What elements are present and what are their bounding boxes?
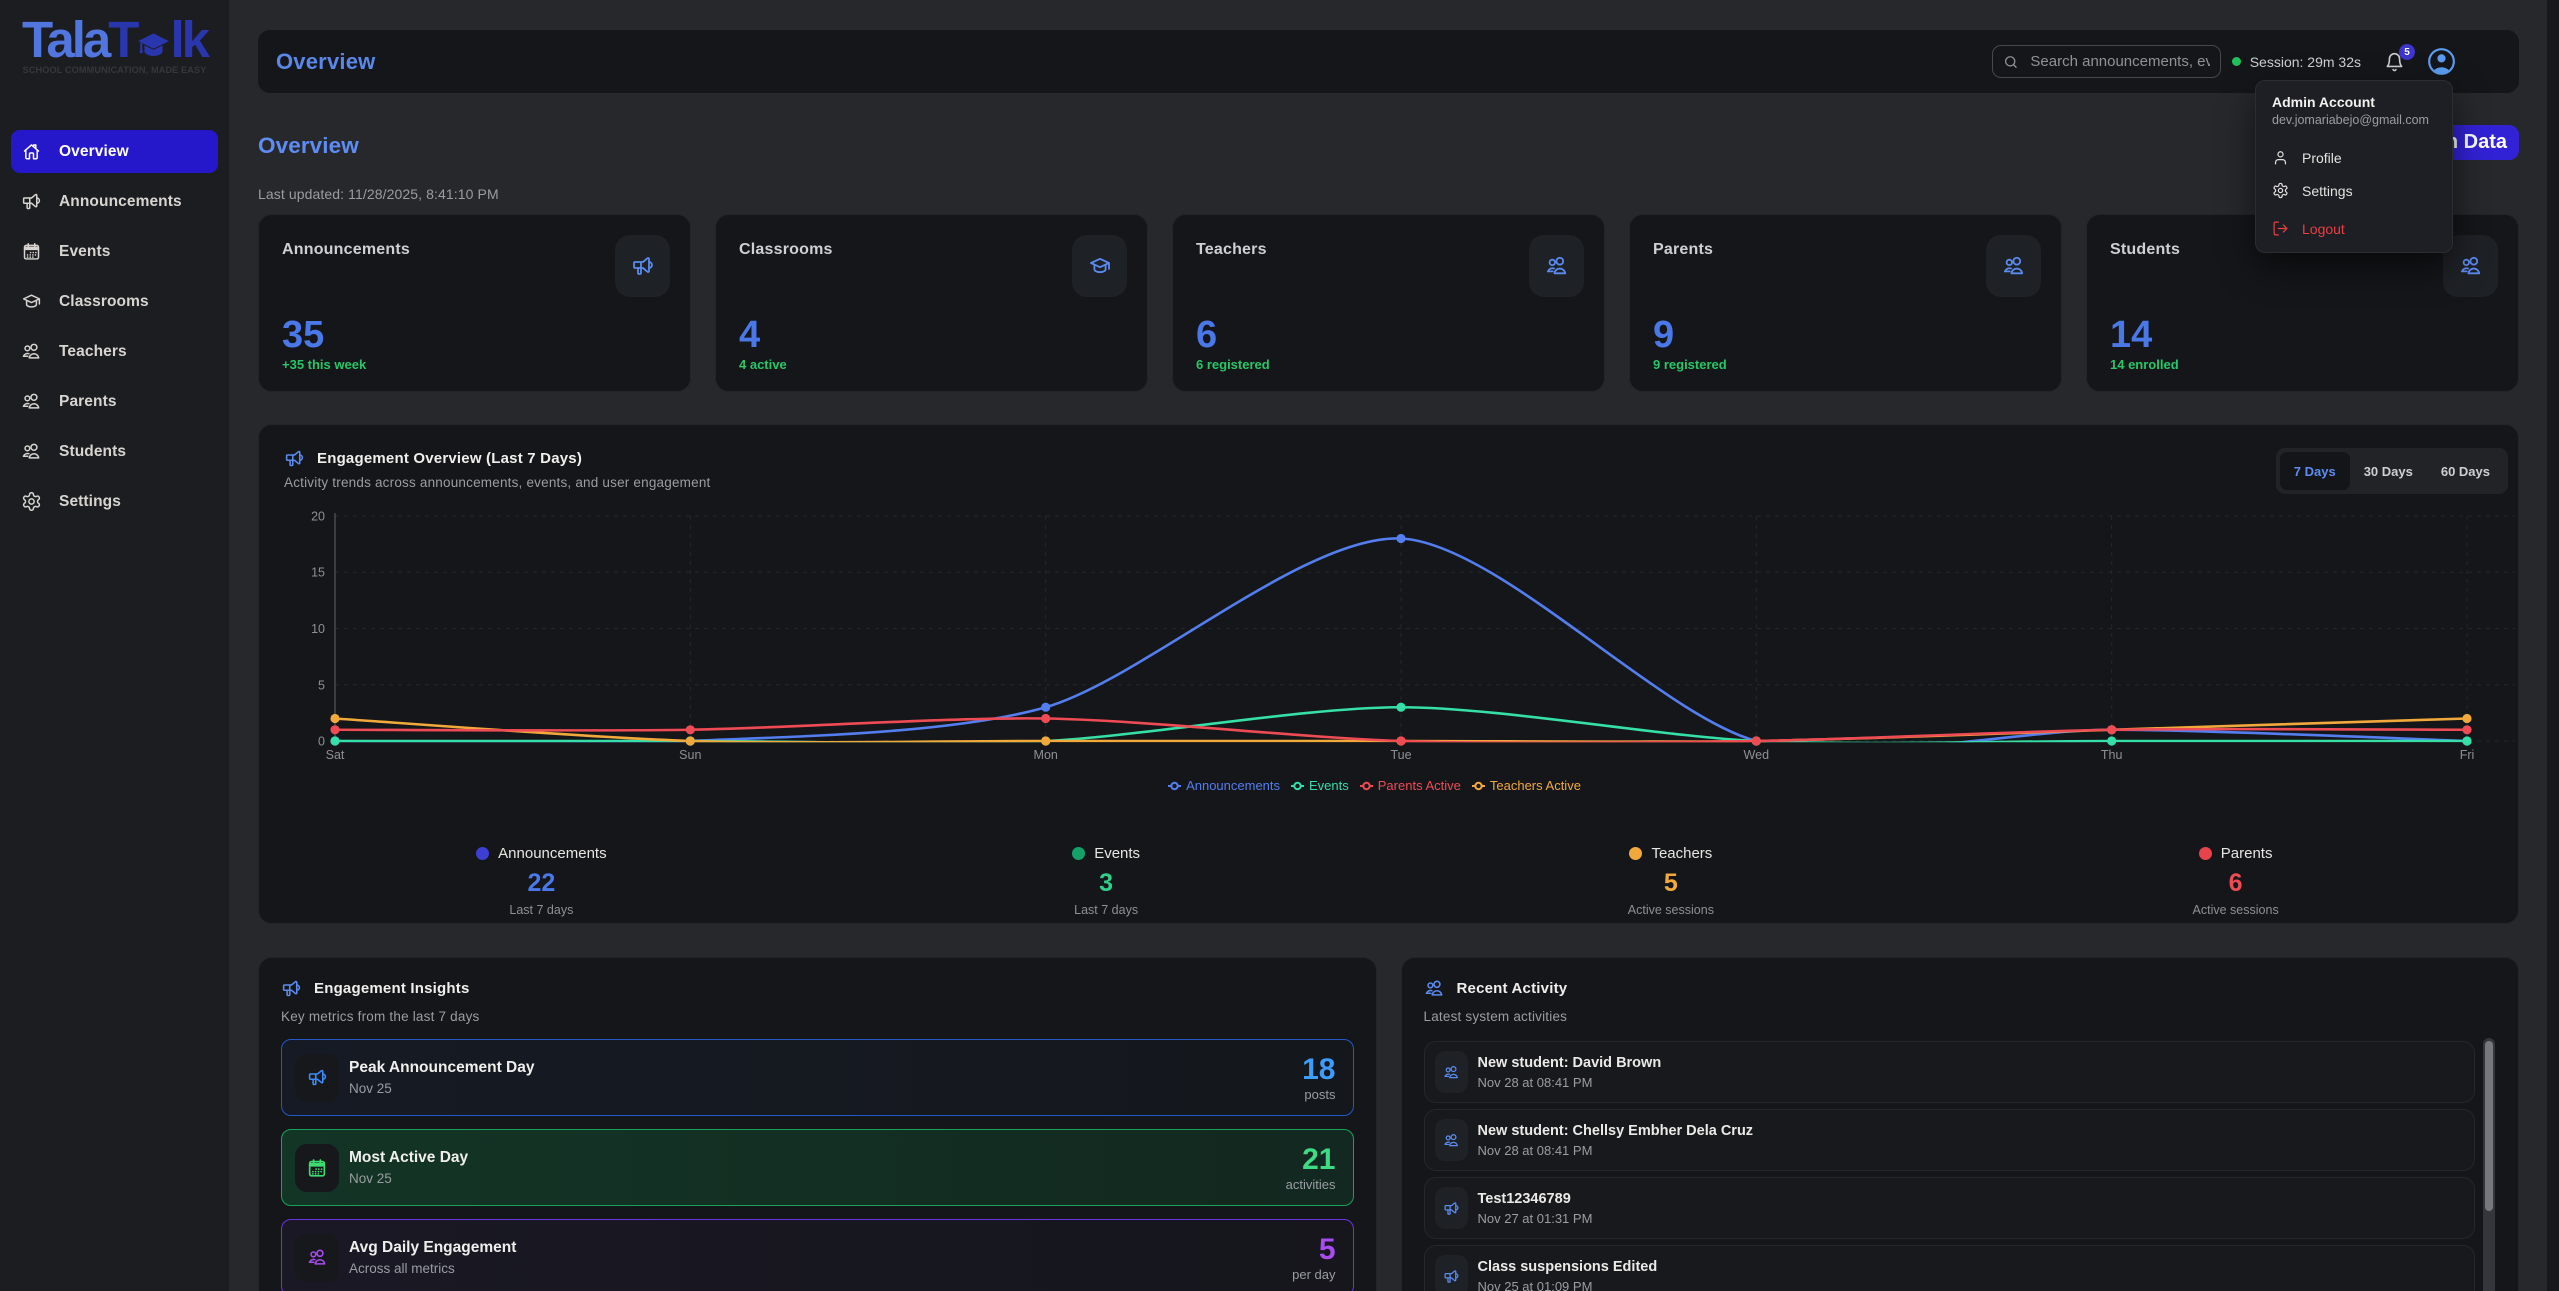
svg-text:20: 20 xyxy=(311,510,325,524)
svg-text:0: 0 xyxy=(318,735,325,749)
svg-text:10: 10 xyxy=(311,622,325,636)
svg-text:Thu: Thu xyxy=(2101,748,2123,762)
svg-text:Tue: Tue xyxy=(1390,748,1411,762)
svg-text:Mon: Mon xyxy=(1034,748,1058,762)
svg-text:Wed: Wed xyxy=(1744,748,1770,762)
svg-text:Sun: Sun xyxy=(679,748,701,762)
svg-text:5: 5 xyxy=(318,678,325,692)
svg-text:Fri: Fri xyxy=(2460,748,2475,762)
svg-text:Sat: Sat xyxy=(326,748,345,762)
svg-text:15: 15 xyxy=(311,566,325,580)
